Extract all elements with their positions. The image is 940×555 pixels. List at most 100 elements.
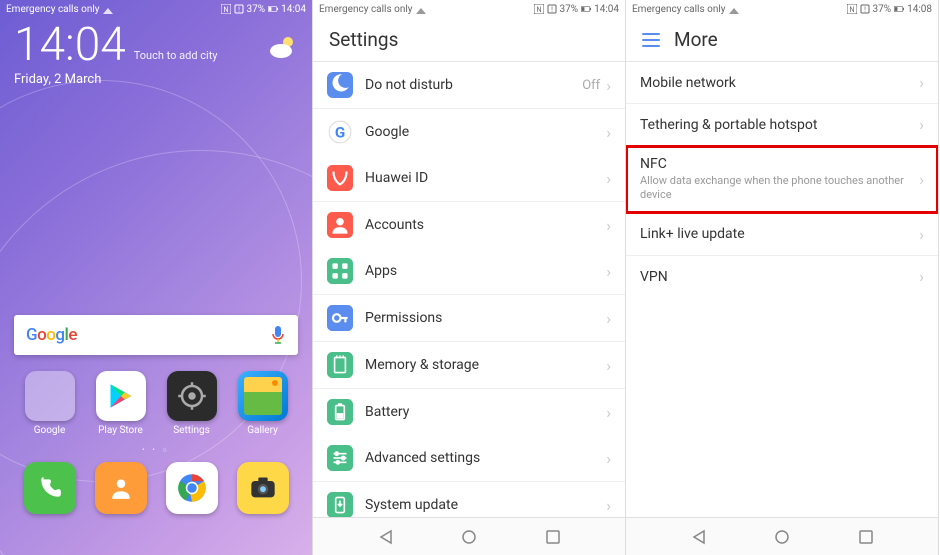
more-header: More bbox=[626, 18, 938, 62]
chevron-right-icon: › bbox=[606, 403, 611, 422]
chevron-right-icon: › bbox=[606, 449, 611, 468]
bat-icon bbox=[327, 399, 353, 425]
row-label: Accounts bbox=[365, 217, 606, 233]
battery-percent: 37% bbox=[560, 4, 579, 15]
nav-back[interactable] bbox=[375, 526, 397, 548]
carrier-text: Emergency calls only bbox=[632, 4, 726, 15]
more-row-tethering-portable-hotspot[interactable]: Tethering & portable hotspot› bbox=[626, 104, 938, 146]
settings-row-memory-storage[interactable]: Memory & storage› bbox=[313, 342, 625, 389]
g-icon: G bbox=[327, 119, 353, 145]
chevron-right-icon: › bbox=[919, 73, 924, 92]
settings-row-permissions[interactable]: Permissions› bbox=[313, 295, 625, 342]
settings-row-apps[interactable]: Apps› bbox=[313, 248, 625, 295]
clock-widget[interactable]: 14:04 Touch to add city bbox=[14, 22, 298, 68]
svg-text:!: ! bbox=[864, 6, 866, 14]
more-row-mobile-network[interactable]: Mobile network› bbox=[626, 62, 938, 104]
nav-bar bbox=[313, 517, 625, 555]
add-city-link[interactable]: Touch to add city bbox=[134, 49, 218, 62]
app-label: Gallery bbox=[247, 425, 278, 436]
svg-text:!: ! bbox=[238, 6, 240, 14]
google-logo: Google bbox=[26, 325, 77, 345]
carrier-text: Emergency calls only bbox=[319, 4, 413, 15]
battery-saver-icon: ! bbox=[234, 4, 244, 14]
nav-home[interactable] bbox=[771, 526, 793, 548]
settings-row-system-update[interactable]: System update› bbox=[313, 482, 625, 517]
svg-text:N: N bbox=[223, 6, 228, 14]
nfc-icon: N bbox=[221, 4, 231, 14]
settings-row-accounts[interactable]: Accounts› bbox=[313, 202, 625, 248]
row-label: Mobile network bbox=[640, 75, 919, 91]
menu-icon[interactable] bbox=[642, 33, 660, 47]
signal-icon bbox=[103, 4, 113, 14]
row-label: Apps bbox=[365, 263, 606, 279]
nav-recent[interactable] bbox=[855, 526, 877, 548]
moon-icon bbox=[327, 72, 353, 98]
nav-home[interactable] bbox=[458, 526, 480, 548]
settings-row-battery[interactable]: Battery› bbox=[313, 389, 625, 435]
status-time: 14:08 bbox=[907, 4, 932, 15]
page-indicator: • • ○ bbox=[14, 446, 298, 454]
adv-icon bbox=[327, 445, 353, 471]
dock-phone[interactable] bbox=[24, 462, 76, 514]
row-label: Permissions bbox=[365, 310, 606, 326]
chevron-right-icon: › bbox=[919, 225, 924, 244]
nav-back[interactable] bbox=[688, 526, 710, 548]
row-label: NFC bbox=[640, 156, 919, 172]
chevron-right-icon: › bbox=[606, 262, 611, 281]
date-text: Friday, 2 March bbox=[14, 72, 298, 87]
battery-icon bbox=[581, 4, 591, 14]
phone-settings-screen: Emergency calls only N ! 37% 14:04 Setti… bbox=[313, 0, 626, 555]
google-search-bar[interactable]: Google bbox=[14, 315, 298, 355]
settings-row-huawei-id[interactable]: Huawei ID› bbox=[313, 155, 625, 202]
row-label: Memory & storage bbox=[365, 357, 606, 373]
app-settings[interactable]: Settings bbox=[162, 371, 222, 436]
signal-icon bbox=[729, 4, 739, 14]
app-google-folder[interactable]: Google bbox=[20, 371, 80, 436]
svg-text:G: G bbox=[335, 123, 345, 141]
battery-icon bbox=[268, 4, 278, 14]
settings-row-do-not-disturb[interactable]: Do not disturbOff› bbox=[313, 62, 625, 109]
settings-row-advanced-settings[interactable]: Advanced settings› bbox=[313, 435, 625, 482]
chevron-right-icon: › bbox=[919, 170, 924, 189]
row-subtitle: Allow data exchange when the phone touch… bbox=[640, 174, 919, 203]
more-row-link-live-update[interactable]: Link+ live update› bbox=[626, 214, 938, 256]
app-label: Play Store bbox=[98, 425, 143, 436]
nav-bar bbox=[626, 517, 938, 555]
row-value: Off bbox=[582, 78, 600, 93]
row-label: Advanced settings bbox=[365, 450, 606, 466]
settings-row-google[interactable]: G Google› bbox=[313, 109, 625, 155]
more-row-vpn[interactable]: VPN› bbox=[626, 256, 938, 298]
battery-icon bbox=[894, 4, 904, 14]
dock-contacts[interactable] bbox=[95, 462, 147, 514]
chevron-right-icon: › bbox=[606, 123, 611, 142]
nav-recent[interactable] bbox=[542, 526, 564, 548]
key-icon bbox=[327, 305, 353, 331]
dock-camera[interactable] bbox=[237, 462, 289, 514]
status-bar: Emergency calls only N ! 37% 14:08 bbox=[626, 0, 938, 18]
app-row: Google Play Store Settings Gallery bbox=[14, 371, 298, 436]
status-bar: Emergency calls only N ! 37% 14:04 bbox=[313, 0, 625, 18]
mem-icon bbox=[327, 352, 353, 378]
carrier-text: Emergency calls only bbox=[6, 4, 100, 15]
settings-list[interactable]: Do not disturbOff›GGoogle›Huawei ID›Acco… bbox=[313, 62, 625, 517]
clock-time: 14:04 bbox=[14, 22, 126, 68]
more-row-nfc[interactable]: NFC Allow data exchange when the phone to… bbox=[626, 146, 938, 214]
weather-icon[interactable] bbox=[268, 34, 298, 64]
upd-icon bbox=[327, 492, 353, 517]
chevron-right-icon: › bbox=[606, 309, 611, 328]
voice-search-icon[interactable] bbox=[270, 325, 286, 345]
apps-icon bbox=[327, 258, 353, 284]
more-list[interactable]: Mobile network›Tethering & portable hots… bbox=[626, 62, 938, 517]
row-label: Do not disturb bbox=[365, 77, 582, 93]
app-play-store[interactable]: Play Store bbox=[91, 371, 151, 436]
app-label: Settings bbox=[173, 425, 210, 436]
svg-text:!: ! bbox=[551, 6, 553, 14]
row-label: Tethering & portable hotspot bbox=[640, 117, 919, 133]
row-label: Google bbox=[365, 124, 606, 140]
app-gallery[interactable]: Gallery bbox=[233, 371, 293, 436]
app-label: Google bbox=[34, 425, 66, 436]
row-label: Link+ live update bbox=[640, 226, 919, 242]
chevron-right-icon: › bbox=[606, 496, 611, 515]
chevron-right-icon: › bbox=[919, 267, 924, 286]
dock-chrome[interactable] bbox=[166, 462, 218, 514]
